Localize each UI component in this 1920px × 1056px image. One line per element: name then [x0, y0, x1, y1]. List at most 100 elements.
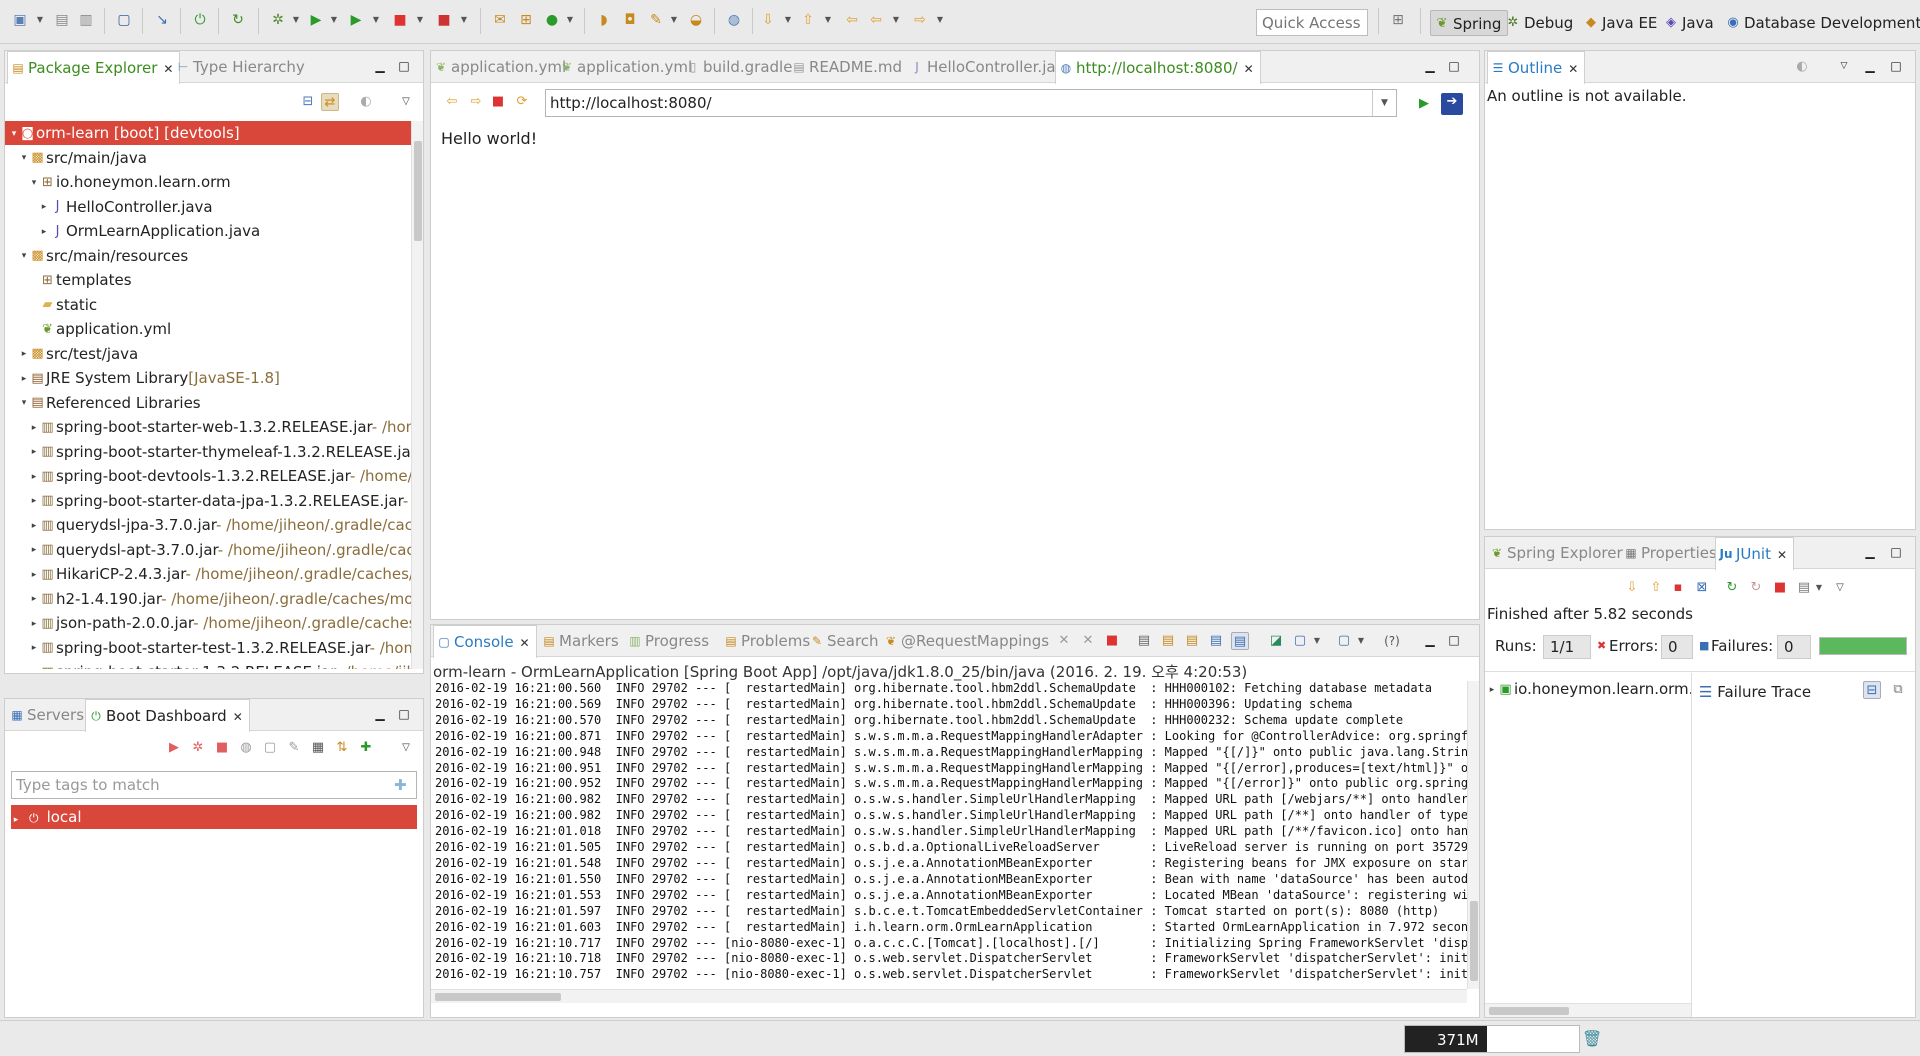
twisty-icon[interactable]: ▸: [29, 538, 39, 562]
tree-node[interactable]: ▸ ▥ json-path-2.0.0.jar- /home/jiheon/.gra…: [9, 611, 413, 635]
rerun-failed-first-icon[interactable]: ↻: [1747, 579, 1765, 597]
add-tag-icon[interactable]: ✚: [394, 776, 407, 794]
console-tab[interactable]: ▤ Problems: [721, 625, 810, 657]
debug-dropdown-icon[interactable]: ▼: [292, 14, 300, 26]
forward-dropdown-icon[interactable]: ▼: [936, 14, 944, 26]
new-package-icon[interactable]: ⊞: [516, 10, 536, 30]
editor-tab[interactable]: ❦ application.yml: [431, 51, 566, 83]
tree-node[interactable]: ▸ ▥ querydsl-jpa-3.7.0.jar- /home/jiheon/.…: [9, 513, 413, 537]
minimize-icon[interactable]: ▁: [1863, 59, 1877, 73]
tree-node[interactable]: ⊞ templates: [9, 268, 131, 292]
editor-tab[interactable]: ◍ http://localhost:8080/ ✕: [1055, 51, 1261, 84]
show-on-error-icon[interactable]: ▤: [1231, 632, 1249, 650]
tree-node[interactable]: ▾ ⊞ io.honeymon.learn.orm: [9, 170, 231, 194]
twisty-icon[interactable]: ▾: [19, 146, 29, 170]
boot-app-local[interactable]: ▸ ⏻ local: [11, 805, 417, 829]
restart-debug-icon[interactable]: ✲: [189, 739, 207, 757]
tree-node[interactable]: ▸ J HelloController.java: [9, 195, 213, 219]
project-node[interactable]: ▾ ◙ orm-learn [boot] [devtools]: [5, 121, 413, 145]
twisty-icon[interactable]: ▸: [29, 440, 39, 464]
twisty-icon[interactable]: ▸: [29, 612, 39, 636]
perspective-java[interactable]: ◈ Java: [1660, 10, 1720, 36]
rerun-test-icon[interactable]: ↻: [1723, 579, 1741, 597]
browser-forward-icon[interactable]: ⇨: [467, 93, 485, 111]
editor-tab[interactable]: ▤ README.md: [789, 51, 902, 83]
save-icon[interactable]: ▤: [52, 10, 72, 30]
globe-icon[interactable]: ◍: [724, 10, 744, 30]
restart-icon[interactable]: ▶: [165, 739, 183, 757]
console-tab[interactable]: ▢ Console ✕: [433, 625, 537, 658]
focus-icon[interactable]: ◐: [357, 93, 375, 111]
search-dropdown-icon[interactable]: ▼: [670, 14, 678, 26]
external-tools-dropdown-icon[interactable]: ▼: [372, 14, 380, 26]
junit-tree-scrollbar[interactable]: [1485, 1003, 1691, 1017]
tree-node[interactable]: ▸ ▥ spring-boot-devtools-1.3.2.RELEASE.jar…: [9, 464, 413, 488]
open-console-dropdown-icon[interactable]: ▼: [1357, 635, 1365, 647]
next-annotation-icon[interactable]: ⇩: [758, 10, 778, 30]
maximize-icon[interactable]: □: [397, 707, 411, 721]
close-icon[interactable]: ✕: [163, 62, 173, 76]
clear-icon[interactable]: ▤: [1135, 632, 1153, 650]
tree-node[interactable]: ▸ ▥ spring-boot-starter-thymeleaf-1.3.2.RE…: [9, 440, 413, 464]
new-class-dropdown-icon[interactable]: ▼: [566, 14, 574, 26]
link-with-editor-icon[interactable]: ⇄: [321, 93, 339, 111]
twisty-icon[interactable]: ▾: [19, 391, 29, 415]
twisty-icon[interactable]: ▸: [39, 195, 49, 219]
perspective-database-development[interactable]: ◉ Database Development: [1722, 10, 1920, 36]
twisty-icon[interactable]: ▸: [29, 514, 39, 538]
url-history-dropdown-icon[interactable]: ▼: [1372, 90, 1396, 116]
tree-node[interactable]: ❦ application.yml: [9, 317, 171, 341]
focus-icon[interactable]: ◐: [1793, 58, 1811, 76]
browser-refresh-icon[interactable]: ⟳: [513, 93, 531, 111]
test-run-history-icon[interactable]: ▤: [1795, 579, 1813, 597]
expose-icon[interactable]: ⇅: [333, 739, 351, 757]
stop-icon[interactable]: ■: [390, 10, 410, 30]
view-menu-icon[interactable]: ▽: [397, 93, 415, 111]
terminate-relaunch-icon[interactable]: ■: [434, 10, 454, 30]
collapse-all-icon[interactable]: ⊟: [299, 93, 317, 111]
save-all-icon[interactable]: ▥: [76, 10, 96, 30]
open-console-icon[interactable]: ▢: [114, 10, 134, 30]
tree-node[interactable]: ▾ ▤ Referenced Libraries: [9, 391, 201, 415]
console-tab[interactable]: ▥ Progress: [625, 625, 709, 657]
new-class-icon[interactable]: ●: [542, 10, 562, 30]
console-tab[interactable]: ❦ @RequestMappings: [881, 625, 1049, 657]
garbage-collect-icon[interactable]: 🗑: [1582, 1029, 1602, 1048]
twisty-icon[interactable]: ▸: [29, 636, 39, 660]
boot-run-icon[interactable]: ⏻: [190, 10, 210, 30]
browser-back-icon[interactable]: ⇦: [443, 93, 461, 111]
open-console-icon[interactable]: ▢: [1335, 632, 1353, 650]
open-resource-icon[interactable]: ◒: [686, 10, 706, 30]
close-icon[interactable]: ✕: [1568, 62, 1578, 76]
previous-failure-icon[interactable]: ⇧: [1647, 579, 1665, 597]
run-dropdown-icon[interactable]: ▼: [330, 14, 338, 26]
perspective-spring[interactable]: ❦ Spring: [1430, 10, 1509, 36]
run-icon[interactable]: ▶: [306, 10, 326, 30]
tree-node[interactable]: ▸ ▥ HikariCP-2.4.3.jar- /home/jiheon/.grad…: [9, 562, 413, 586]
scroll-lock-icon[interactable]: ⊠: [1693, 579, 1711, 597]
pin-console-icon[interactable]: ◪: [1267, 632, 1285, 650]
maximize-icon[interactable]: □: [1447, 59, 1461, 73]
url-bar[interactable]: http://localhost:8080/ ▼: [545, 89, 1397, 117]
console-tab[interactable]: ▤ Markers: [539, 625, 618, 657]
forward-icon[interactable]: ⇨: [910, 10, 930, 30]
view-menu-icon[interactable]: ▽: [1831, 579, 1849, 597]
minimize-icon[interactable]: ▁: [1423, 633, 1437, 647]
twisty-icon[interactable]: ▾: [29, 171, 39, 195]
close-icon[interactable]: ✕: [1777, 548, 1787, 562]
skip-breakpoints-icon[interactable]: ↘: [152, 10, 172, 30]
back-dropdown-icon[interactable]: ▼: [892, 14, 900, 26]
search-icon[interactable]: ✎: [646, 10, 666, 30]
maximize-icon[interactable]: □: [1447, 633, 1461, 647]
display-console-dropdown-icon[interactable]: ▼: [1313, 635, 1321, 647]
open-task-icon[interactable]: ◘: [620, 10, 640, 30]
close-icon[interactable]: ✕: [233, 710, 243, 724]
minimize-icon[interactable]: ▁: [1423, 59, 1437, 73]
previous-annotation-icon[interactable]: ⇧: [798, 10, 818, 30]
clear-console-icon[interactable]: ✕: [1055, 632, 1073, 650]
quick-access-input[interactable]: [1256, 9, 1368, 36]
twisty-icon[interactable]: ▸: [39, 220, 49, 244]
twisty-icon[interactable]: ▸: [29, 661, 39, 670]
debug-icon[interactable]: ✲: [268, 10, 288, 30]
tab-properties[interactable]: ▦ Properties: [1621, 537, 1716, 569]
